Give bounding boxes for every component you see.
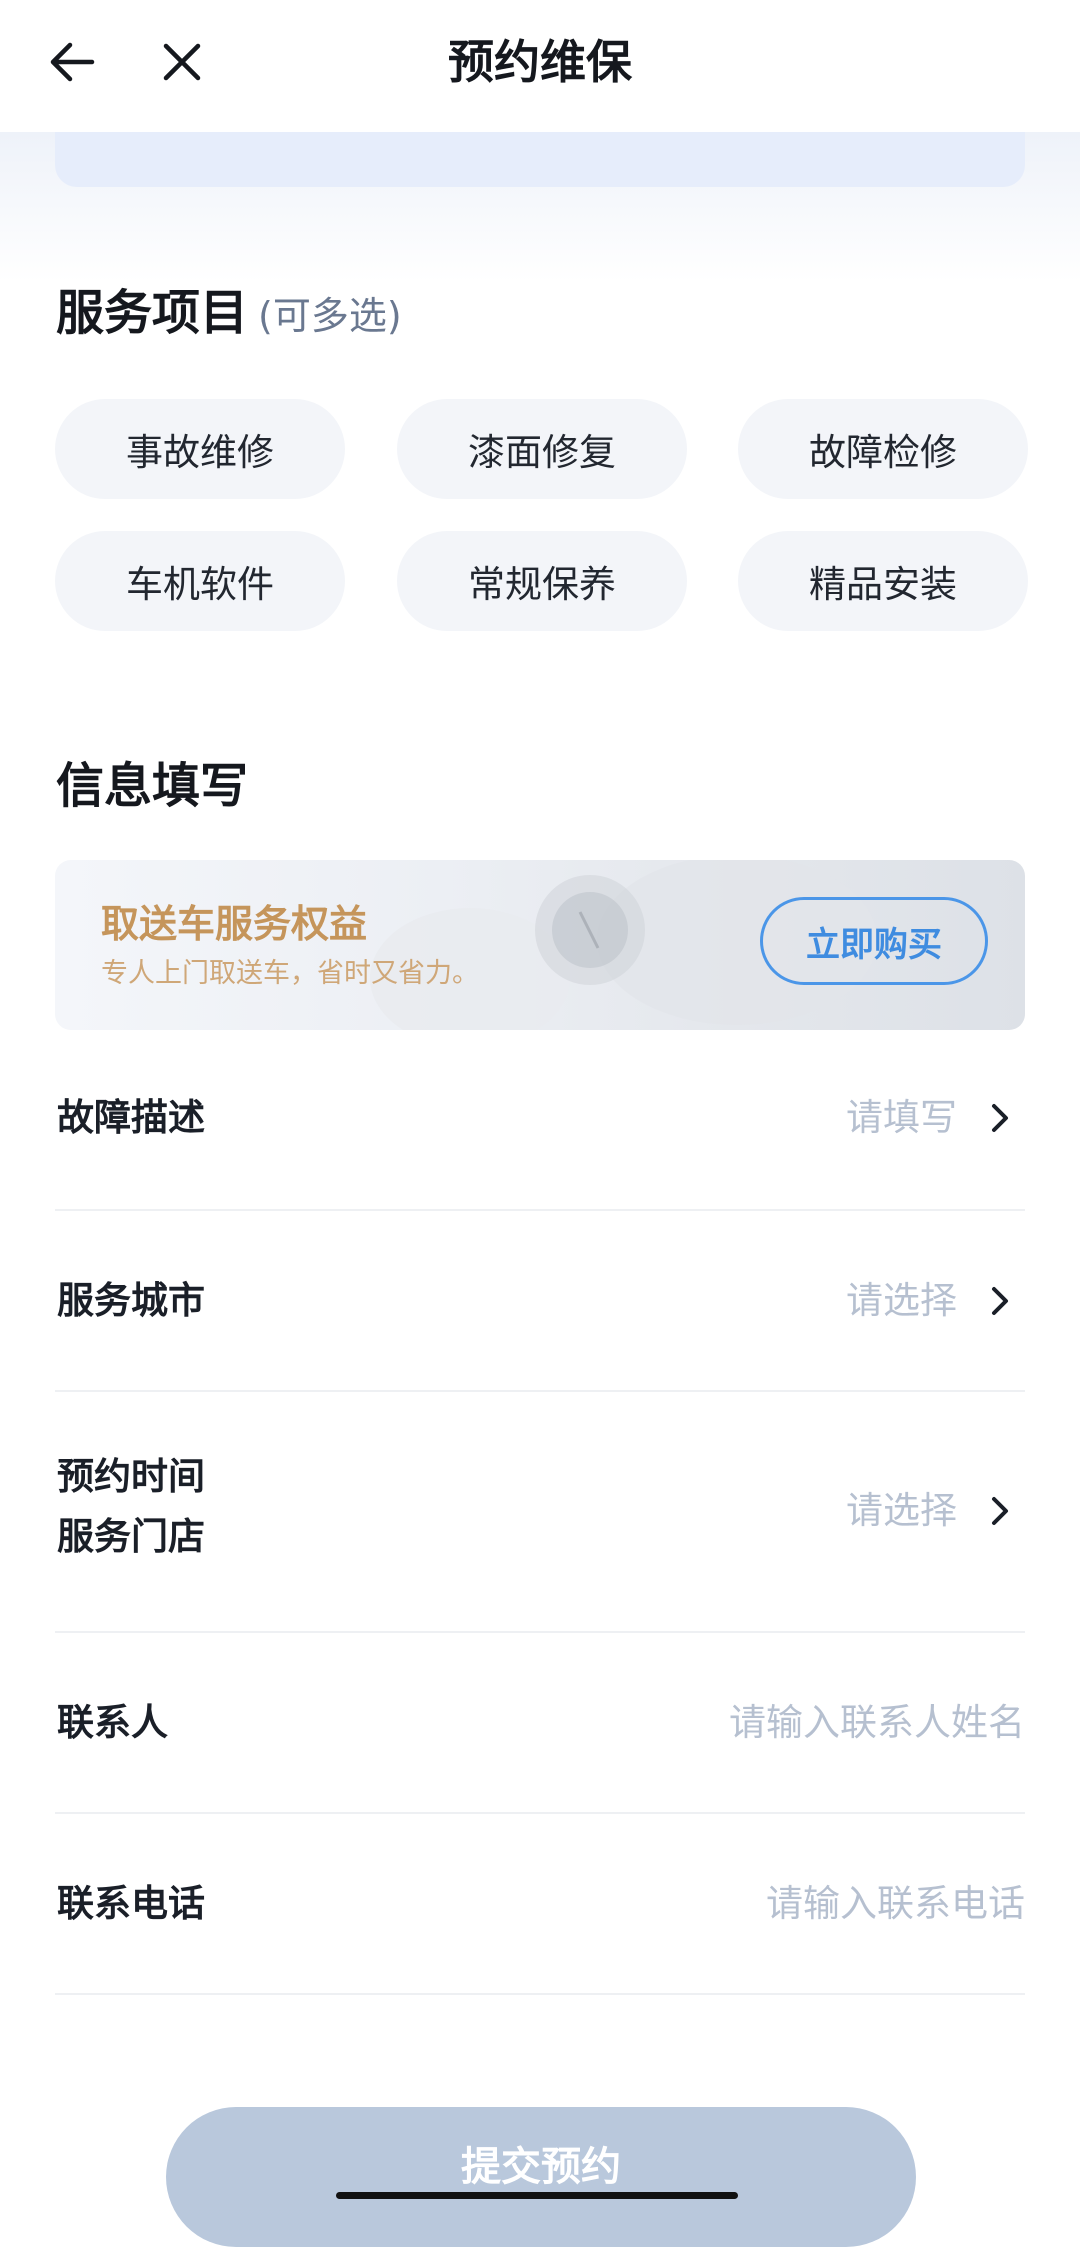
appointment-time-store-value: 请选择 (846, 1489, 957, 1532)
service-city-row[interactable]: 服务城市 请选择 (55, 1211, 1025, 1392)
service-section-title-text: 服务项目 (56, 285, 249, 341)
appointment-time-label: 预约时间 (57, 1455, 205, 1498)
fault-description-label: 故障描述 (57, 1096, 205, 1139)
buy-now-button[interactable]: 立即购买 (760, 897, 988, 985)
service-section-subtitle: (可多选) (258, 294, 402, 338)
service-city-value: 请选择 (846, 1279, 957, 1322)
info-section-title: 信息填写 (56, 758, 249, 814)
service-option-infotainment-software[interactable]: 车机软件 (55, 531, 345, 631)
service-option-accessory-install[interactable]: 精品安装 (738, 531, 1028, 631)
promo-title: 取送车服务权益 (101, 902, 368, 946)
fault-description-row[interactable]: 故障描述 请填写 (55, 1030, 1025, 1211)
contact-phone-input[interactable]: 请输入联系电话 (766, 1874, 1025, 1934)
contact-name-label: 联系人 (57, 1701, 168, 1744)
top-nav-bar: 预约维保 (0, 0, 1080, 132)
contact-phone-row: 联系电话 请输入联系电话 (55, 1814, 1025, 1995)
submit-appointment-button[interactable]: 提交预约 (166, 2107, 916, 2247)
fault-description-value: 请填写 (846, 1096, 957, 1139)
service-option-regular-maintenance[interactable]: 常规保养 (397, 531, 687, 631)
appointment-time-store-row[interactable]: 预约时间 服务门店 请选择 (55, 1392, 1025, 1633)
contact-name-row: 联系人 请输入联系人姓名 (55, 1633, 1025, 1814)
chevron-right-icon (992, 1104, 1008, 1132)
chevron-right-icon (992, 1287, 1008, 1315)
service-option-accident-repair[interactable]: 事故维修 (55, 399, 345, 499)
service-option-fault-repair[interactable]: 故障检修 (738, 399, 1028, 499)
service-city-label: 服务城市 (57, 1279, 205, 1322)
promo-subtitle: 专人上门取送车，省时又省力。 (101, 958, 479, 989)
contact-name-input[interactable]: 请输入联系人姓名 (729, 1693, 1025, 1753)
chevron-right-icon (992, 1497, 1008, 1525)
service-option-paint-repair[interactable]: 漆面修复 (397, 399, 687, 499)
vehicle-card-bottom (55, 132, 1025, 187)
home-indicator (336, 2192, 738, 2199)
pickup-delivery-promo-banner[interactable]: 取送车服务权益 专人上门取送车，省时又省力。 立即购买 (55, 860, 1025, 1030)
contact-phone-label: 联系电话 (57, 1882, 205, 1925)
service-section-title: 服务项目 (可多选) (56, 283, 402, 346)
service-store-label: 服务门店 (57, 1515, 205, 1558)
page-title: 预约维保 (448, 35, 632, 89)
